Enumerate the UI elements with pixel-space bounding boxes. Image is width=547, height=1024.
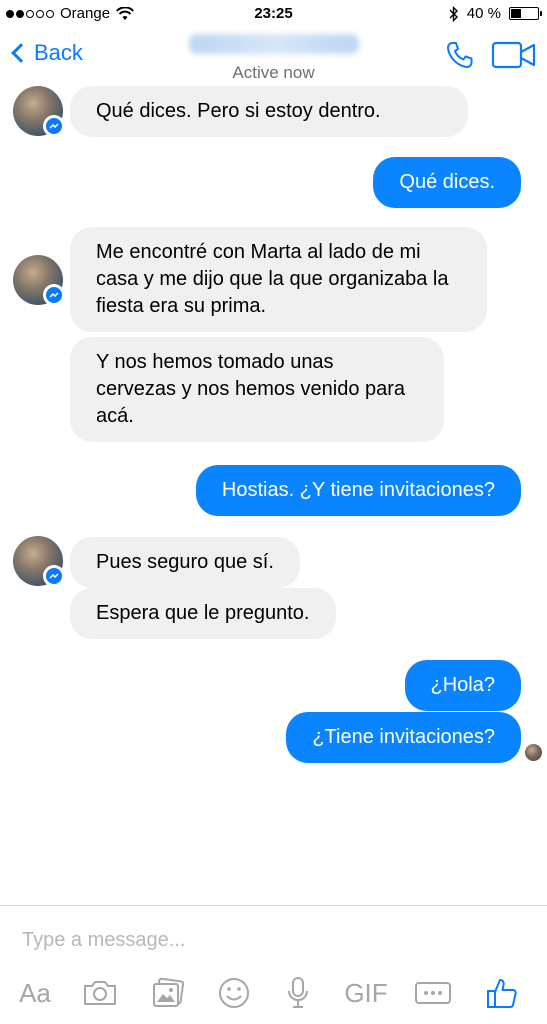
- messenger-badge-icon: [43, 565, 65, 587]
- microphone-button[interactable]: [282, 968, 314, 1018]
- text-style-button[interactable]: Aa: [14, 968, 56, 1018]
- status-right: 40 %: [449, 5, 542, 22]
- call-actions: [445, 40, 537, 70]
- more-icon: [415, 982, 451, 1004]
- video-call-icon[interactable]: [491, 40, 537, 70]
- message-bubble-incoming[interactable]: Pues seguro que sí.: [70, 537, 300, 588]
- battery-icon: [509, 7, 542, 20]
- message-bubble-outgoing[interactable]: Hostias. ¿Y tiene invitaciones?: [195, 465, 521, 516]
- bluetooth-icon: [449, 5, 458, 22]
- conversation-header: Back Active now: [0, 28, 547, 86]
- message-bubble-incoming[interactable]: Me encontré con Marta al lado de mi casa…: [70, 227, 487, 332]
- composer-toolbar: Aa GIF: [0, 968, 547, 1018]
- message-bubble-outgoing[interactable]: ¿Tiene invitaciones?: [286, 712, 521, 763]
- battery-level: [511, 9, 522, 18]
- camera-button[interactable]: [80, 968, 120, 1018]
- emoji-icon: [219, 978, 249, 1008]
- messenger-badge-icon: [43, 284, 65, 306]
- message-bubble-outgoing[interactable]: Qué dices.: [373, 157, 521, 208]
- microphone-icon: [288, 977, 308, 1008]
- message-bubble-incoming[interactable]: Espera que le pregunto.: [70, 588, 336, 639]
- gallery-icon: [153, 977, 185, 1007]
- gif-label: GIF: [344, 977, 388, 1008]
- camera-icon: [84, 981, 116, 1005]
- message-input[interactable]: [22, 925, 522, 955]
- aa-label: Aa: [19, 977, 51, 1008]
- composer-divider: [0, 905, 547, 906]
- more-button[interactable]: [412, 968, 454, 1018]
- message-bubble-incoming[interactable]: Qué dices. Pero si estoy dentro.: [70, 86, 468, 137]
- status-bar: Orange 23:25 40 %: [0, 0, 547, 28]
- battery-percent: 40 %: [466, 5, 501, 22]
- thumbs-up-icon: [487, 979, 517, 1008]
- gif-button[interactable]: GIF: [340, 968, 392, 1018]
- emoji-button[interactable]: [214, 968, 254, 1018]
- message-bubble-outgoing[interactable]: ¿Hola?: [404, 660, 521, 711]
- like-button[interactable]: [482, 968, 522, 1018]
- gallery-button[interactable]: [148, 968, 188, 1018]
- contact-name-blurred: [188, 34, 359, 54]
- messenger-badge-icon: [43, 115, 65, 137]
- phone-call-icon[interactable]: [445, 40, 475, 70]
- message-bubble-incoming[interactable]: Y nos hemos tomado unas cervezas y nos h…: [70, 337, 444, 442]
- seen-avatar: [525, 744, 542, 761]
